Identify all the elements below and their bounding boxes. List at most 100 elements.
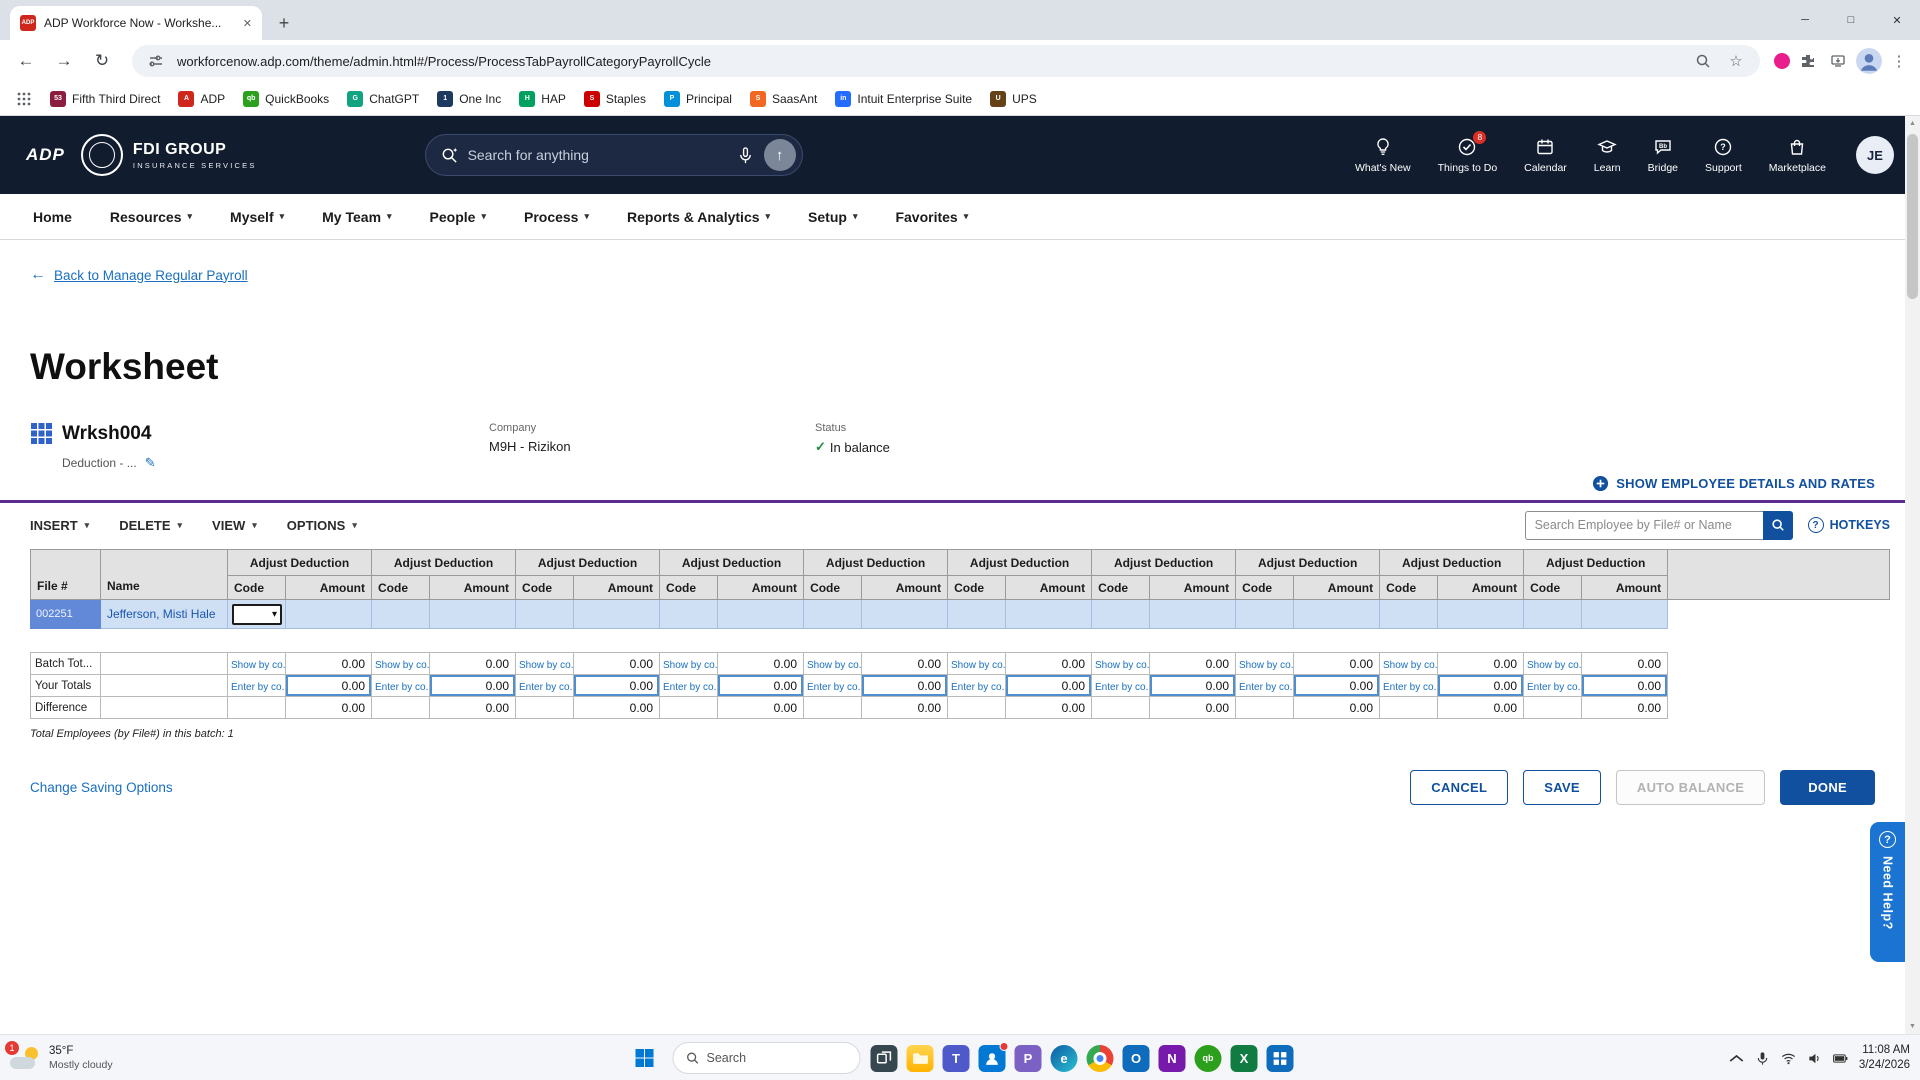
show-by-code-link[interactable]: Show by co...: [1527, 660, 1582, 671]
amount-cell[interactable]: [286, 600, 372, 629]
your-total-amount-input[interactable]: 0.00: [862, 675, 948, 697]
nav-setup[interactable]: Setup▾: [789, 194, 876, 239]
enter-by-code-link[interactable]: Enter by co...: [231, 682, 286, 693]
browser-tab[interactable]: ADP ADP Workforce Now - Workshe... ✕: [10, 6, 262, 40]
back-to-payroll-link[interactable]: ← Back to Manage Regular Payroll: [30, 266, 248, 284]
scroll-up-arrow[interactable]: ▲: [1905, 116, 1920, 131]
enter-by-code-link[interactable]: Enter by co...: [1383, 682, 1438, 693]
nav-my-team[interactable]: My Team▾: [303, 194, 410, 239]
code-cell[interactable]: [1380, 600, 1438, 629]
your-total-amount-input[interactable]: 0.00: [430, 675, 516, 697]
deduction-code-dropdown[interactable]: ▾: [232, 604, 282, 625]
window-minimize-button[interactable]: ─: [1782, 0, 1828, 40]
header-link-marketplace[interactable]: Marketplace: [1769, 137, 1826, 174]
bookmark-principal[interactable]: PPrincipal: [656, 87, 740, 111]
taskbar-search-input[interactable]: [707, 1051, 839, 1065]
cancel-button[interactable]: CANCEL: [1410, 770, 1508, 805]
amount-cell[interactable]: [574, 600, 660, 629]
amount-cell[interactable]: [430, 600, 516, 629]
user-avatar[interactable]: JE: [1856, 136, 1894, 174]
change-saving-options-link[interactable]: Change Saving Options: [30, 780, 173, 795]
install-app-icon[interactable]: [1826, 49, 1850, 73]
code-cell[interactable]: [1092, 600, 1150, 629]
nav-process[interactable]: Process▾: [505, 194, 608, 239]
employee-search-button[interactable]: [1763, 511, 1793, 540]
battery-icon[interactable]: [1833, 1051, 1848, 1066]
nav-reports-analytics[interactable]: Reports & Analytics▾: [608, 194, 789, 239]
header-link-support[interactable]: ?Support: [1705, 137, 1742, 174]
global-search-input[interactable]: [468, 147, 727, 163]
photos-icon[interactable]: P: [1015, 1045, 1042, 1072]
taskbar-search[interactable]: [673, 1042, 861, 1074]
options-menu[interactable]: OPTIONS▾: [287, 518, 357, 533]
tab-close-icon[interactable]: ✕: [243, 17, 252, 30]
your-total-amount-input[interactable]: 0.00: [286, 675, 372, 697]
adp-logo[interactable]: ADP: [26, 145, 65, 165]
nav-myself[interactable]: Myself▾: [211, 194, 303, 239]
enter-by-code-link[interactable]: Enter by co...: [1527, 682, 1582, 693]
browser-profile-avatar[interactable]: [1856, 48, 1882, 74]
enter-by-code-link[interactable]: Enter by co...: [663, 682, 718, 693]
show-by-code-link[interactable]: Show by co...: [663, 660, 718, 671]
bookmark-one-inc[interactable]: 1One Inc: [429, 87, 509, 111]
edit-pencil-icon[interactable]: ✎: [145, 455, 156, 471]
bookmark-saasant[interactable]: SSaasAnt: [742, 87, 825, 111]
scroll-down-arrow[interactable]: ▼: [1905, 1019, 1920, 1034]
start-button[interactable]: [627, 1040, 663, 1076]
bookmark-ups[interactable]: UUPS: [982, 87, 1045, 111]
nav-home[interactable]: Home: [14, 194, 91, 239]
zoom-icon[interactable]: [1691, 49, 1715, 73]
edge-icon[interactable]: e: [1051, 1045, 1078, 1072]
bookmark-fifth-third-direct[interactable]: 53Fifth Third Direct: [42, 87, 168, 111]
search-submit-button[interactable]: ↑: [764, 139, 796, 171]
amount-cell[interactable]: [1438, 600, 1524, 629]
global-search[interactable]: ↑: [425, 134, 803, 176]
site-settings-icon[interactable]: [144, 49, 168, 73]
auto-balance-button[interactable]: AUTO BALANCE: [1616, 770, 1765, 805]
employee-file-number[interactable]: 002251: [31, 600, 101, 629]
insert-menu[interactable]: INSERT▾: [30, 518, 89, 533]
your-total-amount-input[interactable]: 0.00: [574, 675, 660, 697]
amount-cell[interactable]: [1150, 600, 1236, 629]
code-cell[interactable]: [372, 600, 430, 629]
employee-row[interactable]: 002251Jefferson, Misti Hale▾: [31, 600, 1890, 629]
show-by-code-link[interactable]: Show by co...: [1239, 660, 1294, 671]
file-explorer-icon[interactable]: [907, 1045, 934, 1072]
apps-grid-icon[interactable]: [12, 87, 36, 111]
show-by-code-link[interactable]: Show by co...: [951, 660, 1006, 671]
extensions-puzzle-icon[interactable]: [1796, 49, 1820, 73]
hotkeys-link[interactable]: ? HOTKEYS: [1808, 517, 1890, 533]
your-total-amount-input[interactable]: 0.00: [1150, 675, 1236, 697]
bookmark-adp[interactable]: AADP: [170, 87, 233, 111]
header-link-things-to-do[interactable]: 8Things to Do: [1438, 137, 1498, 174]
tray-chevron-up-icon[interactable]: [1729, 1051, 1744, 1066]
quickbooks-icon[interactable]: qb: [1195, 1045, 1222, 1072]
code-cell[interactable]: [516, 600, 574, 629]
your-total-amount-input[interactable]: 0.00: [1294, 675, 1380, 697]
need-help-tab[interactable]: ? Need Help?: [1870, 822, 1905, 962]
new-tab-button[interactable]: +: [270, 9, 298, 37]
show-employee-details-link[interactable]: SHOW EMPLOYEE DETAILS AND RATES: [0, 475, 1875, 492]
code-cell[interactable]: [1236, 600, 1294, 629]
chrome-icon[interactable]: [1087, 1045, 1114, 1072]
bookmark-chatgpt[interactable]: GChatGPT: [339, 87, 427, 111]
volume-icon[interactable]: [1807, 1051, 1822, 1066]
bookmark-staples[interactable]: SStaples: [576, 87, 654, 111]
enter-by-code-link[interactable]: Enter by co...: [807, 682, 862, 693]
weather-widget[interactable]: 1 35°F Mostly cloudy: [10, 1035, 113, 1080]
show-by-code-link[interactable]: Show by co...: [231, 660, 286, 671]
save-button[interactable]: SAVE: [1523, 770, 1601, 805]
amount-cell[interactable]: [1582, 600, 1668, 629]
done-button[interactable]: DONE: [1780, 770, 1875, 805]
show-by-code-link[interactable]: Show by co...: [375, 660, 430, 671]
voice-search-icon[interactable]: [736, 146, 755, 165]
code-cell[interactable]: ▾: [228, 600, 286, 629]
window-maximize-button[interactable]: □: [1828, 0, 1874, 40]
taskbar-clock[interactable]: 11:08 AM 3/24/2026: [1859, 1043, 1910, 1073]
excel-icon[interactable]: X: [1231, 1045, 1258, 1072]
task-view-icon[interactable]: [871, 1045, 898, 1072]
amount-cell[interactable]: [718, 600, 804, 629]
bookmark-intuit-enterprise-suite[interactable]: inIntuit Enterprise Suite: [827, 87, 980, 111]
employee-name-link[interactable]: Jefferson, Misti Hale: [101, 600, 228, 629]
nav-people[interactable]: People▾: [411, 194, 505, 239]
